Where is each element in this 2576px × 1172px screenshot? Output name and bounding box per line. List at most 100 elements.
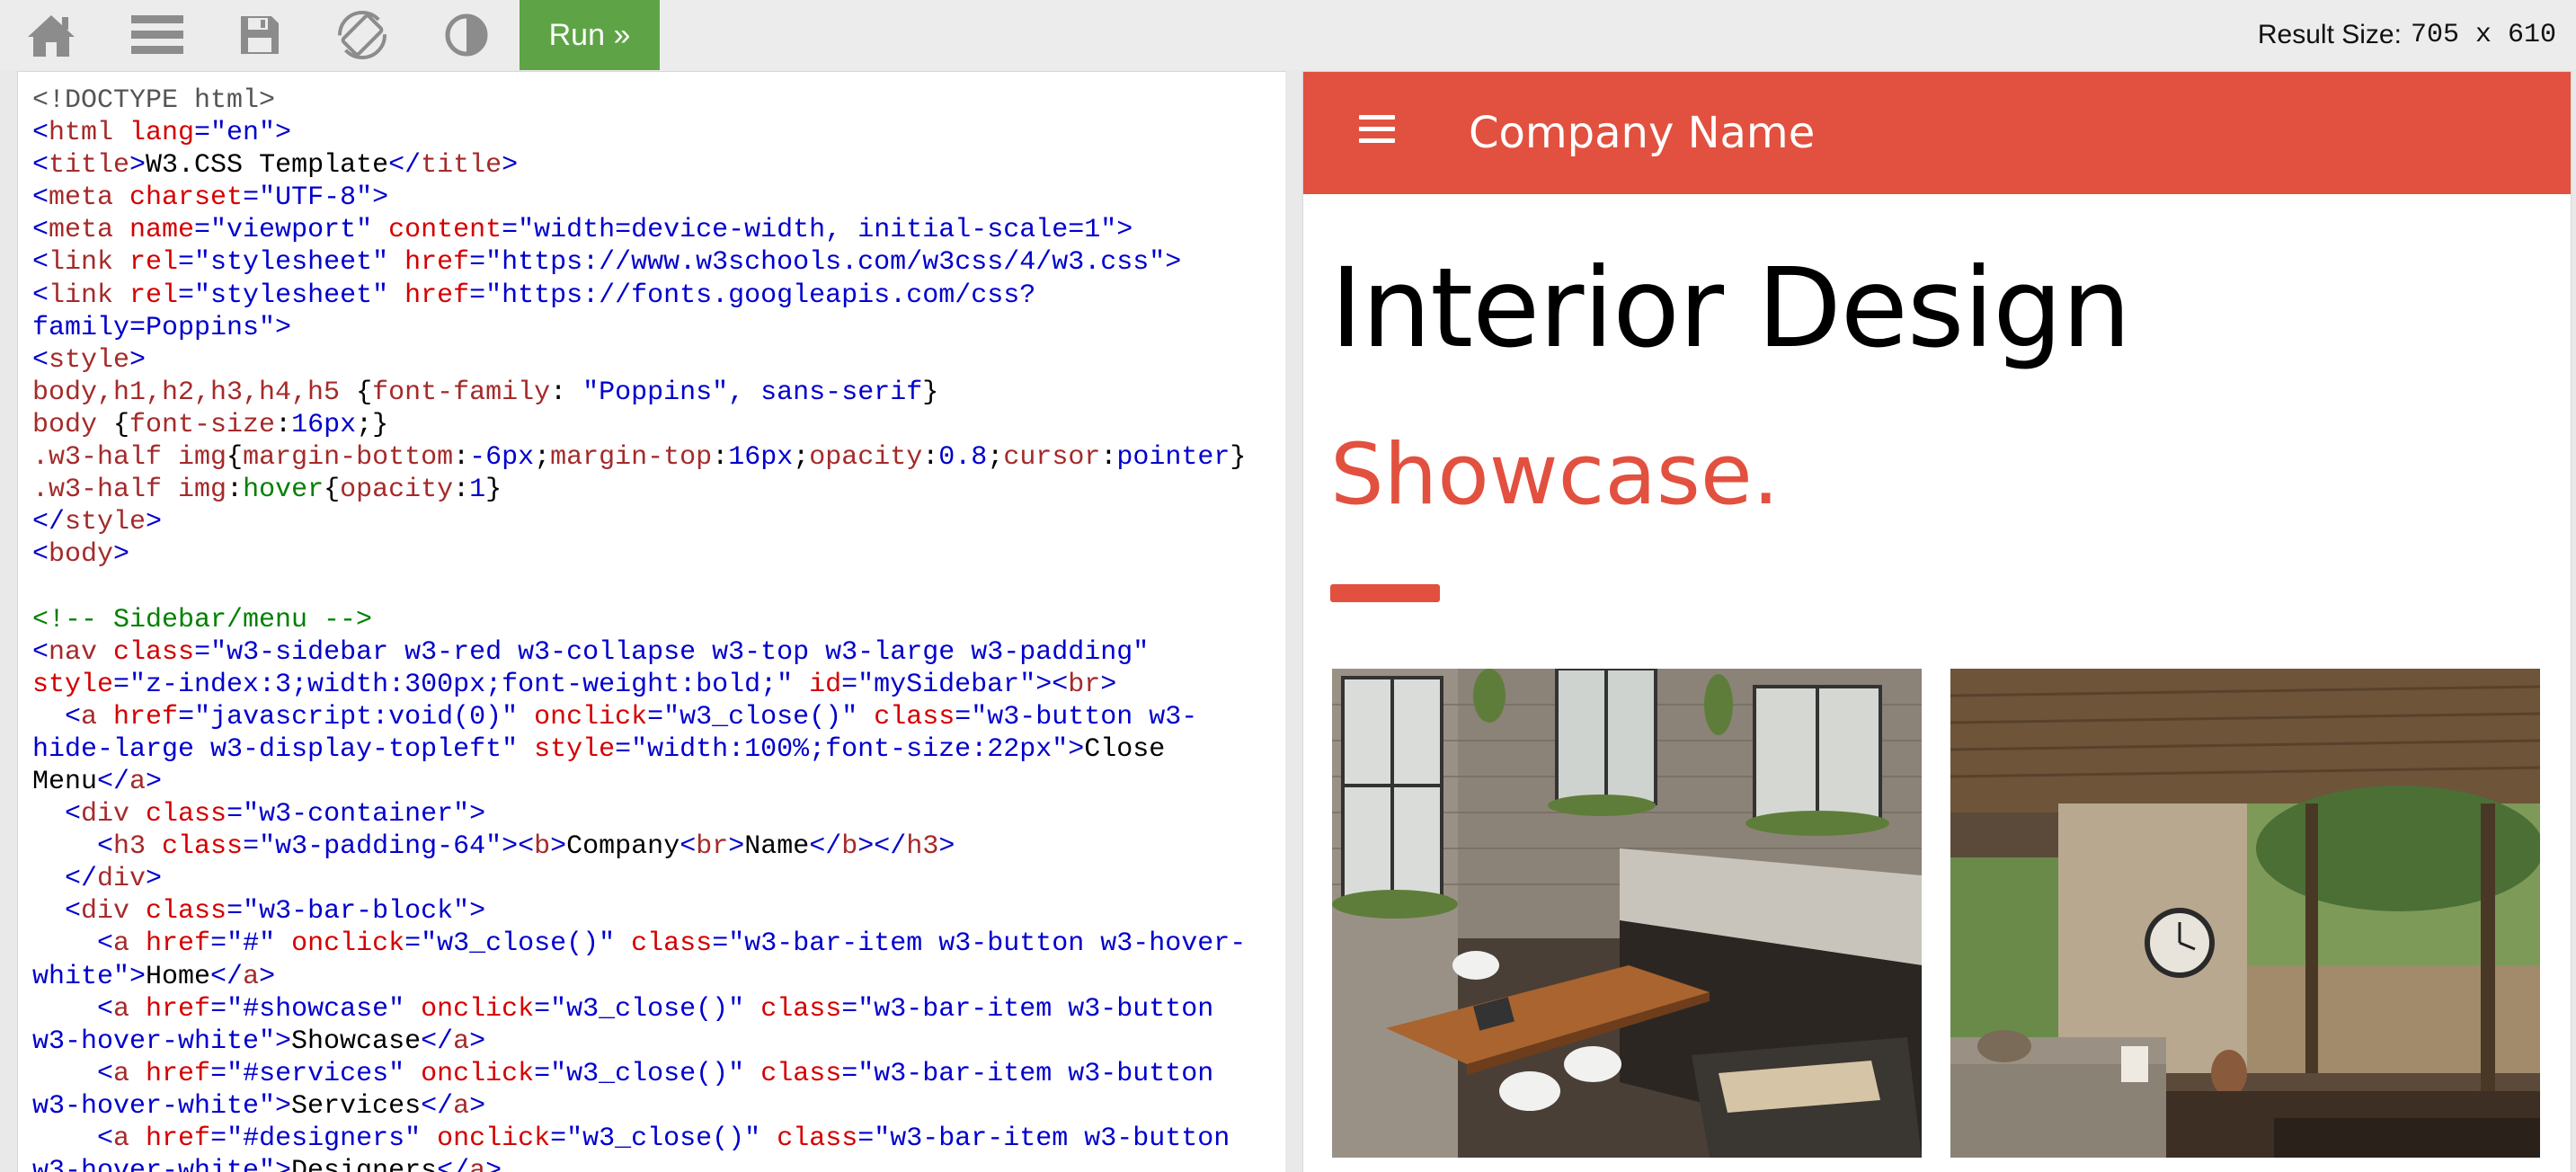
code-line[interactable]: </style>	[32, 506, 1285, 538]
code-token: charset	[113, 182, 244, 214]
code-token: ="w3-bar-item w3-button w3-hover-	[712, 928, 1247, 960]
code-line[interactable]: <a href="#services" onclick="w3_close()"…	[32, 1058, 1285, 1090]
code-token: font-size	[129, 409, 276, 440]
code-line[interactable]: .w3-half img:hover{opacity:1}	[32, 474, 1285, 506]
code-token: 16px	[728, 442, 794, 474]
code-token: >	[146, 864, 163, 895]
code-token: body	[49, 539, 114, 571]
code-token: class	[744, 1058, 842, 1089]
code-line[interactable]: family=Poppins">	[32, 312, 1285, 344]
code-token: ="w3_close()"	[534, 993, 745, 1025]
code-line[interactable]: <div class="w3-container">	[32, 798, 1285, 830]
code-editor[interactable]: <!DOCTYPE html> <html lang="en"> <title>W3…	[18, 72, 1285, 1172]
code-line[interactable]: <meta charset="UTF-8">	[32, 182, 1285, 214]
code-token: a	[81, 701, 98, 732]
code-token: ="w3_close()"	[404, 928, 616, 960]
code-token: opacity	[340, 475, 454, 506]
result-size-label: Result Size:	[2257, 20, 2402, 49]
code-token: :	[550, 377, 583, 408]
code-token: title	[49, 150, 130, 182]
code-token: ="UTF-8">	[243, 182, 389, 214]
code-line[interactable]: <h3 class="w3-padding-64"><b>Company<br>…	[32, 830, 1285, 863]
code-token: 0.8	[938, 442, 988, 474]
code-token: >	[485, 1156, 502, 1172]
code-token: div	[81, 896, 130, 928]
page-subheading: Showcase.	[1330, 426, 1780, 524]
code-line[interactable]: .w3-half img{margin-bottom:-6px;margin-t…	[32, 441, 1285, 474]
code-token: >	[146, 507, 163, 538]
code-text[interactable]: <!DOCTYPE html> <html lang="en"> <title>W3…	[18, 72, 1285, 1172]
code-token: w3-hover-white">	[32, 1090, 292, 1122]
code-line[interactable]: <style>	[32, 344, 1285, 377]
code-token: a	[113, 928, 130, 960]
code-line[interactable]: <body>	[32, 538, 1285, 571]
code-line[interactable]: <html lang="en">	[32, 117, 1285, 149]
panel-divider[interactable]	[1285, 72, 1303, 1172]
home-icon[interactable]	[2, 0, 101, 70]
code-line[interactable]: <nav class="w3-sidebar w3-red w3-collaps…	[32, 636, 1285, 669]
code-line[interactable]: <a href="#showcase" onclick="w3_close()"…	[32, 993, 1285, 1026]
code-token: >	[1100, 669, 1117, 700]
kitchen-photo[interactable]	[1332, 669, 1922, 1158]
code-token: name	[113, 215, 195, 246]
code-token: :	[922, 442, 939, 474]
hamburger-menu-icon[interactable]	[1359, 115, 1395, 151]
code-line[interactable]: body {font-size:16px;}	[32, 409, 1285, 441]
code-token: link	[49, 280, 114, 311]
code-token: {	[324, 475, 341, 506]
code-line[interactable]: </div>	[32, 863, 1285, 895]
code-token: <	[32, 280, 49, 311]
save-icon[interactable]	[210, 0, 309, 70]
code-token: ;	[793, 442, 810, 474]
site-header: Company Name	[1303, 72, 2571, 194]
code-token: ="w3-bar-item w3-button	[857, 1123, 1230, 1154]
code-token: class	[744, 993, 842, 1025]
code-token: .w3-half img	[32, 475, 227, 506]
code-line[interactable]: w3-hover-white">Designers</a>	[32, 1155, 1285, 1172]
code-line[interactable]: <link rel="stylesheet" href="https://fon…	[32, 280, 1285, 312]
code-token: <	[32, 215, 49, 246]
code-line[interactable]: body,h1,h2,h3,h4,h5 {font-family: "Poppi…	[32, 377, 1285, 409]
code-line[interactable]: <meta name="viewport" content="width=dev…	[32, 214, 1285, 246]
code-line[interactable]: w3-hover-white">Showcase</a>	[32, 1026, 1285, 1058]
code-line[interactable]: <div class="w3-bar-block">	[32, 895, 1285, 928]
living-room-photo[interactable]	[1950, 669, 2540, 1158]
page-heading: Interior Design	[1330, 244, 2131, 372]
code-line[interactable]: <!DOCTYPE html>	[32, 84, 1285, 117]
code-line[interactable]: style="z-index:3;width:300px;font-weight…	[32, 669, 1285, 701]
code-line[interactable]: <a href="#" onclick="w3_close()" class="…	[32, 928, 1285, 960]
code-line[interactable]: Menu</a>	[32, 766, 1285, 798]
code-token: style	[32, 669, 114, 700]
code-line[interactable]: <link rel="stylesheet" href="https://www…	[32, 246, 1285, 279]
code-line[interactable]: <!-- Sidebar/menu -->	[32, 604, 1285, 636]
code-line[interactable]: white">Home</a>	[32, 961, 1285, 993]
code-token: href	[388, 280, 470, 311]
code-token: }	[922, 377, 939, 408]
result-preview: Company Name Interior Design Showcase.	[1303, 72, 2571, 1172]
code-token: ="w3-bar-block">	[227, 896, 486, 928]
code-token: html	[49, 118, 114, 149]
code-line[interactable]	[32, 571, 1285, 603]
run-button[interactable]: Run »	[520, 0, 660, 70]
code-token: cursor	[1003, 442, 1101, 474]
code-token: >	[469, 1090, 486, 1122]
contrast-icon[interactable]	[417, 0, 516, 70]
code-token: onclick	[275, 928, 405, 960]
code-line[interactable]: w3-hover-white">Services</a>	[32, 1090, 1285, 1123]
code-token: >	[502, 150, 519, 182]
code-line[interactable]: <title>W3.CSS Template</title>	[32, 149, 1285, 182]
code-line[interactable]: <a href="javascript:void(0)" onclick="w3…	[32, 701, 1285, 733]
code-token: <!DOCTYPE html>	[32, 85, 276, 116]
menu-icon[interactable]	[108, 0, 207, 70]
code-token: <	[97, 993, 114, 1025]
code-token: <	[32, 247, 49, 279]
code-token: b	[534, 831, 551, 863]
rotate-icon[interactable]	[313, 0, 412, 70]
code-token: <	[32, 118, 49, 149]
code-token: class	[857, 701, 955, 732]
code-line[interactable]: <a href="#designers" onclick="w3_close()…	[32, 1123, 1285, 1155]
code-line[interactable]: hide-large w3-display-topleft" style="wi…	[32, 733, 1285, 766]
